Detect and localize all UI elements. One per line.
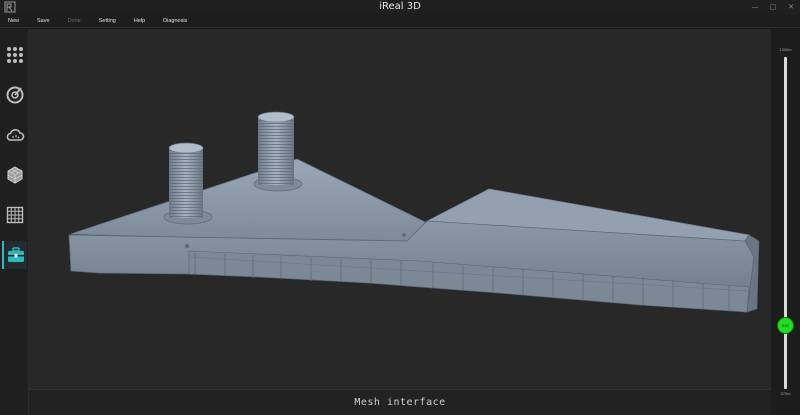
status-text: Mesh interface — [354, 397, 446, 408]
menu-save[interactable]: Save — [37, 18, 50, 24]
status-bar: Mesh interface — [29, 389, 771, 415]
mesh-model — [68, 111, 760, 313]
depth-min-label: 370m — [780, 391, 791, 396]
mesh-hole — [402, 233, 406, 237]
mesh-hole — [185, 244, 189, 248]
menu-bar: New Save Done Setting Help Diagnosis — [0, 14, 800, 28]
grid-dots-icon — [6, 47, 23, 63]
depth-slider-panel: 1300m 530 370m — [771, 29, 800, 415]
sidebar-item-scan-grid[interactable] — [2, 41, 27, 69]
depth-max-label: 1300m — [779, 47, 792, 52]
sidebar-item-scan[interactable] — [2, 81, 27, 109]
sidebar-item-cube[interactable] — [2, 161, 27, 189]
title-bar: iReal 3D — □ ✕ — [0, 0, 800, 14]
minimize-button[interactable]: — — [750, 2, 760, 12]
sidebar-item-tools[interactable] — [2, 241, 27, 269]
menu-new[interactable]: New — [8, 18, 19, 24]
depth-slider-thumb[interactable]: 530 — [777, 317, 794, 335]
cloud-icon — [6, 129, 24, 141]
cube-grid-icon — [7, 166, 22, 184]
threaded-stud-left — [163, 142, 213, 225]
window-title: iReal 3D — [379, 1, 421, 12]
close-button[interactable]: ✕ — [786, 2, 796, 12]
3d-viewport[interactable] — [29, 29, 771, 389]
menu-setting[interactable]: Setting — [99, 18, 116, 24]
mesh-grid-icon — [6, 206, 23, 224]
toolbox-icon — [7, 247, 24, 262]
menu-done[interactable]: Done — [68, 18, 81, 24]
scan-target-icon — [6, 86, 23, 104]
sidebar-item-point-cloud[interactable] — [2, 121, 27, 149]
threaded-stud-right — [253, 111, 303, 192]
depth-slider-track[interactable] — [784, 57, 787, 389]
menu-diagnosis[interactable]: Diagnosis — [163, 18, 187, 24]
menu-help[interactable]: Help — [134, 18, 145, 24]
sidebar-item-mesh[interactable] — [2, 201, 27, 229]
maximize-button[interactable]: □ — [768, 2, 778, 12]
tool-sidebar — [0, 29, 29, 415]
